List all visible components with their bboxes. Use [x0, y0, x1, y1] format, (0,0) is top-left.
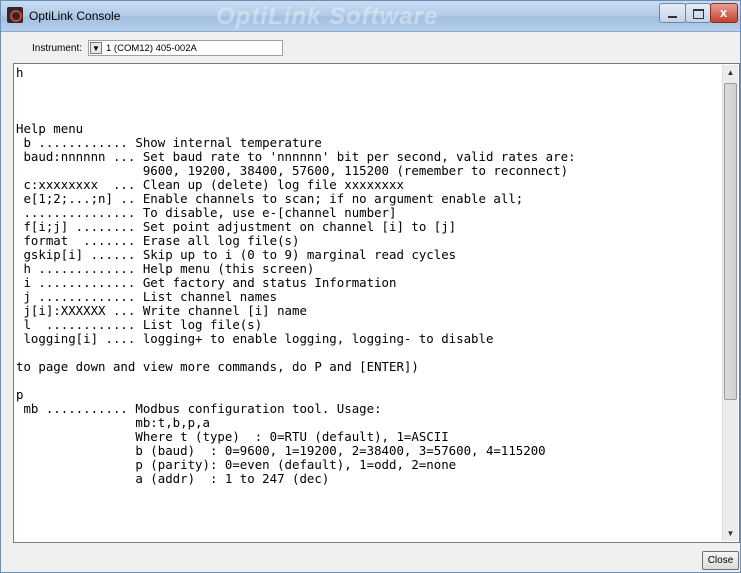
instrument-label: Instrument:	[32, 43, 83, 54]
maximize-button[interactable]	[685, 3, 711, 23]
console-text[interactable]: h Help menu b ............ Show internal…	[16, 66, 721, 540]
app-icon	[7, 7, 23, 23]
console-output[interactable]: h Help menu b ............ Show internal…	[13, 63, 740, 543]
scroll-down-icon[interactable]: ▼	[723, 526, 738, 541]
close-icon: x	[720, 5, 728, 20]
title-watermark: OptiLink Software	[216, 3, 439, 30]
instrument-select[interactable]: ▼ 1 (COM12) 405-002A	[88, 40, 283, 56]
minimize-button[interactable]	[659, 3, 686, 23]
chevron-down-icon[interactable]: ▼	[90, 42, 102, 54]
title-bar[interactable]: OptiLink Console OptiLink Software x	[1, 1, 740, 32]
instrument-row: Instrument: ▼ 1 (COM12) 405-002A	[1, 35, 741, 61]
close-button[interactable]: Close	[702, 551, 739, 570]
console-window: OptiLink Console OptiLink Software x Ins…	[0, 0, 741, 573]
window-title: OptiLink Console	[29, 9, 121, 23]
instrument-selected-value: 1 (COM12) 405-002A	[106, 43, 197, 54]
scrollbar-thumb[interactable]	[724, 83, 737, 400]
scroll-up-icon[interactable]: ▲	[723, 65, 738, 80]
window-close-button[interactable]: x	[710, 3, 738, 23]
console-scrollbar[interactable]: ▲ ▼	[722, 65, 738, 541]
